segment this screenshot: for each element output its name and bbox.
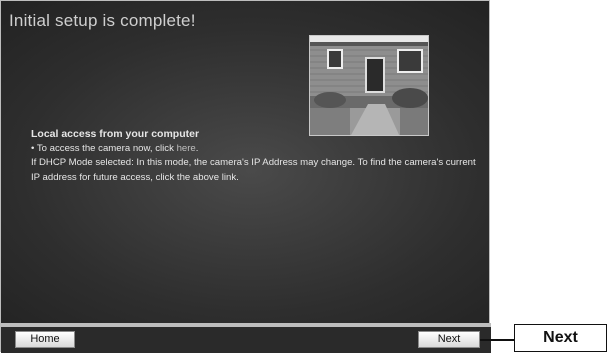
access-suffix: . [195,142,199,154]
next-callout-label: Next [514,324,607,352]
setup-complete-panel: Initial setup is complete! Local access … [0,0,491,353]
content-area: Local access from your computer • To acc… [31,127,476,185]
callout-pointer-line [480,339,515,341]
house-photo-image [310,36,428,135]
home-button[interactable]: Home [15,331,75,348]
page-title: Initial setup is complete! [9,11,196,30]
dhcp-note: If DHCP Mode selected: In this mode, the… [31,157,476,183]
access-text: • To access the camera now, click [31,142,177,154]
next-button[interactable]: Next [418,331,480,348]
house-photo [309,35,429,136]
section-heading: Local access from your computer [31,128,200,140]
access-line: • To access the camera now, click here. [31,142,476,157]
here-link[interactable]: here [177,143,196,154]
